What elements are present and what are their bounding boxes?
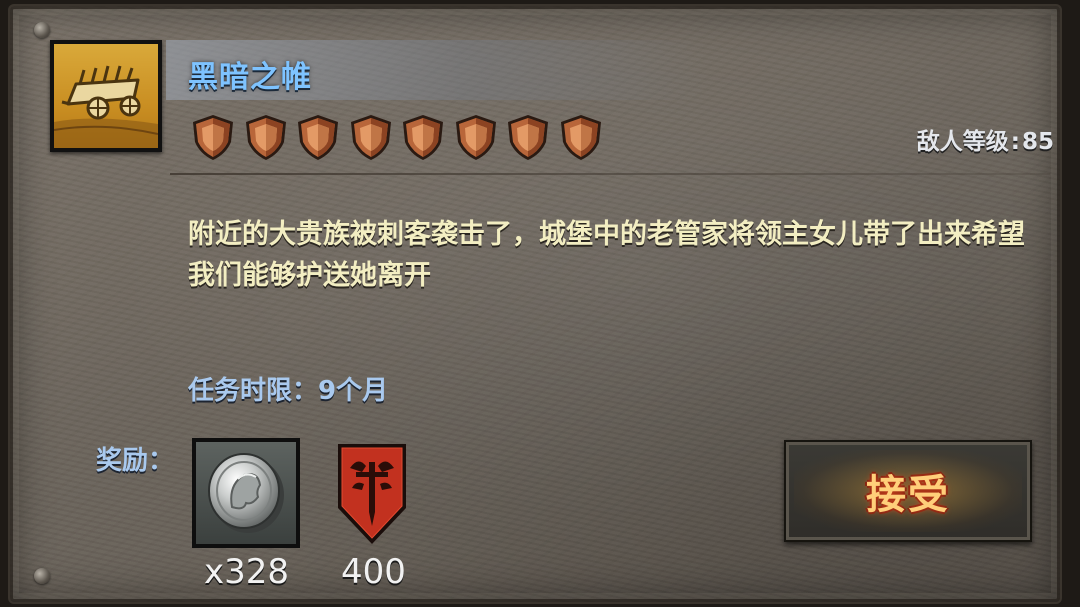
reward-item-coin[interactable] [192,438,300,548]
difficulty-star-icon [241,112,291,162]
mission-deadline: 任务时限：9个月 [188,376,389,406]
rivet-icon [34,568,50,584]
difficulty-star-icon [293,112,343,162]
enemy-level-value: 85 [1021,129,1054,155]
silver-coin-icon [196,442,296,544]
enemy-level-separator: : [1010,129,1020,155]
mission-icon-frame [50,40,162,152]
header-divider [170,173,1050,175]
enemy-level-label: 敌人等级 [916,129,1009,155]
rivet-icon [34,22,50,38]
accept-button[interactable]: 接受 [784,440,1032,542]
difficulty-star-icon [503,112,553,162]
difficulty-star-icon [556,112,606,162]
enemy-level: 敌人等级:85 [917,122,1054,156]
caravan-wagon-icon [54,44,158,148]
red-shield-sword-emblem-icon[interactable] [336,442,408,546]
rewards-label: 奖励： [96,446,175,476]
reward-count-emblem: 400 [341,552,406,592]
difficulty-star-icon [188,112,238,162]
mission-title: 黑暗之帷 [188,60,312,95]
accept-button-label: 接受 [866,472,950,518]
difficulty-star-icon [451,112,501,162]
difficulty-star-icon [346,112,396,162]
mission-description: 附近的大贵族被刺客袭击了，城堡中的老管家将领主女儿带了出来希望我们能够护送她离开 [188,219,1025,291]
reward-count-coin: x328 [204,552,290,592]
mission-dialog: 黑暗之帷 敌人等级:85 附近的大贵族被刺客袭击了，城堡中的老管家将领主女儿带了… [0,0,1080,607]
difficulty-star-icon [398,112,448,162]
